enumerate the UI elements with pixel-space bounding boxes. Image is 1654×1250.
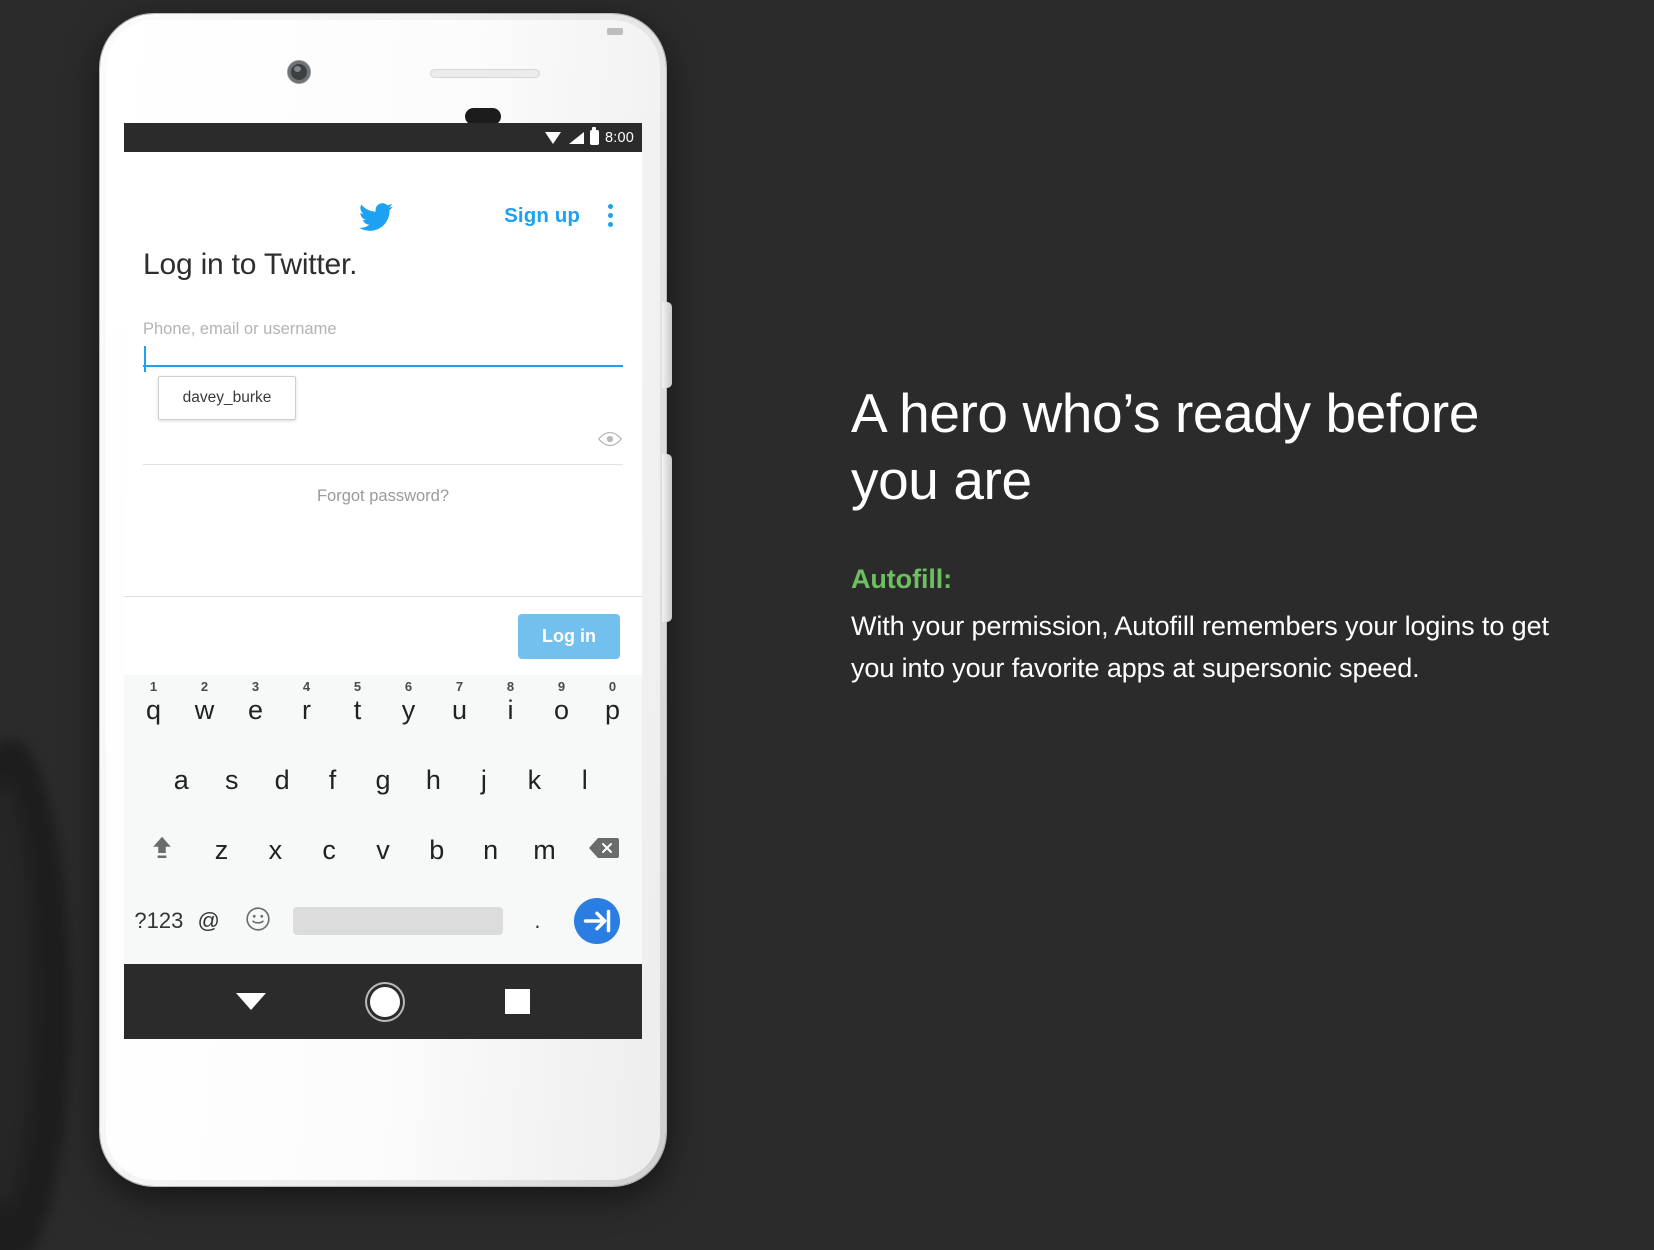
keyboard-row-2: a s d f g h j k l: [124, 745, 642, 815]
key-n[interactable]: n: [464, 836, 518, 864]
enter-arrow-icon[interactable]: [562, 898, 632, 944]
key-m[interactable]: m: [518, 836, 572, 864]
front-camera-icon: [288, 61, 310, 83]
emoji-key-icon[interactable]: [234, 906, 284, 937]
key-i[interactable]: 8i: [485, 680, 536, 725]
key-z[interactable]: z: [195, 836, 249, 864]
volume-button[interactable]: [662, 454, 672, 622]
key-hint: 0: [608, 678, 617, 694]
eye-icon[interactable]: [597, 431, 623, 447]
keyboard-row-4: ?123 @ .: [124, 885, 642, 957]
copy-panel: A hero who’s ready before you are Autofi…: [851, 380, 1551, 689]
login-button[interactable]: Log in: [518, 613, 620, 659]
text-caret: [144, 346, 146, 372]
headline: A hero who’s ready before you are: [851, 382, 1480, 512]
username-field-label: Phone, email or username: [143, 320, 337, 338]
wifi-icon: [544, 131, 562, 144]
sign-up-button[interactable]: Sign up: [504, 204, 580, 228]
android-navigation-bar: [124, 964, 642, 1039]
space-key[interactable]: [293, 907, 503, 935]
key-c[interactable]: c: [302, 836, 356, 864]
on-screen-keyboard[interactable]: 1q 2w 3e 4r 5t 6y 7u 8i 9o 0p a s d f g …: [124, 675, 642, 964]
key-label: i: [507, 694, 514, 725]
key-a[interactable]: a: [156, 766, 206, 794]
slide-canvas: 8:00 Sign up Log in to Twitter. Phone, e…: [0, 0, 1654, 1250]
key-u[interactable]: 7u: [434, 680, 485, 725]
key-b[interactable]: b: [410, 836, 464, 864]
battery-icon: [589, 127, 599, 145]
key-d[interactable]: d: [257, 766, 307, 794]
key-label: u: [451, 694, 468, 725]
earpiece-speaker: [430, 69, 540, 78]
forgot-password-link[interactable]: Forgot password?: [124, 487, 642, 506]
key-f[interactable]: f: [307, 766, 357, 794]
key-p[interactable]: 0p: [587, 680, 638, 725]
key-label: p: [604, 694, 621, 725]
at-key[interactable]: @: [184, 910, 234, 932]
password-field-group[interactable]: [143, 425, 623, 465]
key-r[interactable]: 4r: [281, 680, 332, 725]
key-hint: 8: [506, 678, 515, 694]
key-t[interactable]: 5t: [332, 680, 383, 725]
backspace-key-icon[interactable]: [571, 836, 636, 865]
shift-key-icon[interactable]: [130, 833, 195, 868]
period-key[interactable]: .: [513, 910, 563, 932]
twitter-bird-icon: [359, 203, 393, 231]
username-field-group[interactable]: Phone, email or username davey_burke: [143, 320, 623, 420]
key-hint: 6: [404, 678, 413, 694]
key-y[interactable]: 6y: [383, 680, 434, 725]
key-label: q: [145, 694, 162, 725]
status-bar-time: 8:00: [604, 129, 634, 146]
autofill-suggestion[interactable]: davey_burke: [158, 376, 296, 420]
kebab-menu-icon[interactable]: [608, 204, 614, 231]
key-hint: 3: [251, 678, 260, 694]
page-title: Log in to Twitter.: [143, 248, 358, 281]
keyboard-row-3: z x c v b n m: [124, 815, 642, 885]
key-hint: 1: [149, 678, 158, 694]
key-label: y: [401, 694, 416, 725]
login-action-bar: Log in: [124, 596, 642, 675]
key-label: w: [194, 694, 215, 725]
key-h[interactable]: h: [408, 766, 458, 794]
username-field-underline: [143, 365, 623, 367]
back-triangle-icon[interactable]: [236, 993, 267, 1010]
background-decoration: [0, 740, 70, 1250]
body-copy: With your permission, Autofill remembers…: [851, 611, 1549, 684]
key-v[interactable]: v: [356, 836, 410, 864]
key-label: t: [353, 694, 362, 725]
signal-icon: [568, 131, 584, 144]
key-q[interactable]: 1q: [128, 680, 179, 725]
key-hint: 7: [455, 678, 464, 694]
recents-square-icon[interactable]: [504, 989, 530, 1014]
home-circle-icon[interactable]: [370, 986, 401, 1017]
symbols-key[interactable]: ?123: [134, 910, 184, 932]
app-bar: Sign up: [124, 152, 642, 231]
power-button[interactable]: [662, 302, 672, 388]
key-label: e: [247, 694, 264, 725]
key-l[interactable]: l: [560, 766, 610, 794]
key-x[interactable]: x: [248, 836, 302, 864]
antenna-band-top: [607, 28, 623, 35]
key-o[interactable]: 9o: [536, 680, 587, 725]
key-hint: 4: [302, 678, 311, 694]
key-hint: 2: [200, 678, 209, 694]
feature-label: Autofill:: [851, 564, 953, 595]
phone-screen: 8:00 Sign up Log in to Twitter. Phone, e…: [124, 123, 642, 1039]
keyboard-row-1: 1q 2w 3e 4r 5t 6y 7u 8i 9o 0p: [124, 675, 642, 745]
key-label: o: [553, 694, 570, 725]
key-hint: 5: [353, 678, 362, 694]
key-j[interactable]: j: [459, 766, 509, 794]
key-w[interactable]: 2w: [179, 680, 230, 725]
key-g[interactable]: g: [358, 766, 408, 794]
key-hint: 9: [557, 678, 566, 694]
key-k[interactable]: k: [509, 766, 559, 794]
key-label: r: [302, 694, 311, 725]
status-bar: 8:00: [124, 123, 642, 152]
key-e[interactable]: 3e: [230, 680, 281, 725]
key-s[interactable]: s: [206, 766, 256, 794]
